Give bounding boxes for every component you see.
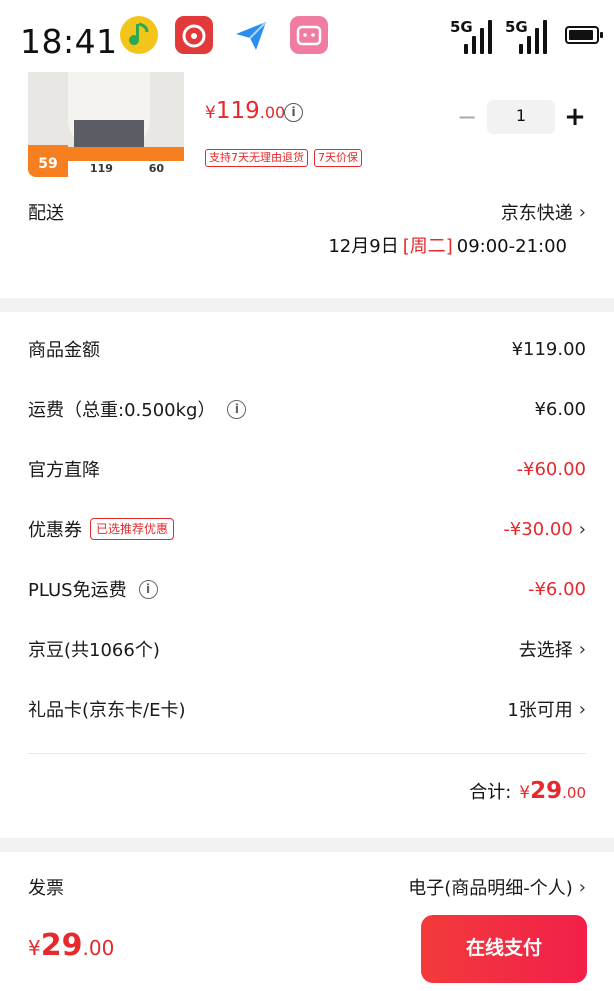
tag-price-protect: 7天价保 <box>314 149 362 167</box>
giftcard-row[interactable]: 礼品卡(京东卡/E卡) 1张可用 › <box>28 694 586 724</box>
section-separator <box>0 838 614 852</box>
price-info-icon[interactable]: i <box>284 103 303 122</box>
section-separator <box>0 298 614 312</box>
shipping-row: 运费（总重:0.500kg） i ¥6.00 <box>28 394 586 424</box>
plus-shipping-row: PLUS免运费 i -¥6.00 <box>28 574 586 604</box>
battery-icon <box>565 26 603 44</box>
qq-music-icon <box>120 16 158 54</box>
clock: 18:41 <box>20 22 118 61</box>
chevron-right-icon: › <box>578 638 586 660</box>
coupon-label: 优惠券 <box>28 520 82 541</box>
chevron-right-icon: › <box>578 876 586 898</box>
product-price: ¥119.00 <box>205 98 286 124</box>
direct-discount-value: -¥60.00 <box>516 458 586 480</box>
chevron-right-icon: › <box>578 518 586 540</box>
product-card: 59 119 60 ¥119.00 i 支持7天无理由退货 7天价保 − 1 + <box>0 60 614 184</box>
bilibili-icon <box>290 16 328 54</box>
product-thumbnail[interactable]: 59 119 60 <box>28 60 184 177</box>
plus-label: PLUS免运费 <box>28 580 127 601</box>
shipping-label: 运费（总重:0.500kg） <box>28 400 216 421</box>
jingdou-value: 去选择 <box>518 640 573 661</box>
shipping-value: ¥6.00 <box>534 398 586 420</box>
chevron-right-icon: › <box>578 201 586 223</box>
product-tags: 支持7天无理由退货 7天价保 <box>205 149 362 167</box>
product-image-jeans <box>74 120 144 150</box>
delivery-time[interactable]: 12月9日 [周二] 09:00-21:00 <box>328 232 567 258</box>
delivery-carrier: 京东快递 <box>500 203 573 224</box>
goods-amount-row: 商品金额 ¥119.00 <box>28 334 586 364</box>
coupon-tag: 已选推荐优惠 <box>90 518 175 540</box>
coupon-value: -¥30.00 <box>503 518 573 540</box>
giftcard-label: 礼品卡(京东卡/E卡) <box>28 700 186 721</box>
direct-discount-label: 官方直降 <box>28 460 100 481</box>
signal-label: 5G <box>450 18 473 36</box>
decrease-button[interactable]: − <box>455 103 479 131</box>
chevron-right-icon: › <box>578 698 586 720</box>
signal-5g-icon: 5G <box>505 18 549 54</box>
coupon-row[interactable]: 优惠券 已选推荐优惠 -¥30.00 › <box>28 514 586 544</box>
direct-discount-row: 官方直降 -¥60.00 <box>28 454 586 484</box>
goods-amount-label: 商品金额 <box>28 340 100 361</box>
delivery-window: 09:00-21:00 <box>456 236 567 257</box>
delivery-weekday: [周二] <box>402 236 453 257</box>
thumbnail-badge: 59 <box>28 145 68 177</box>
signal-label: 5G <box>505 18 528 36</box>
signal-5g-icon: 5G <box>450 18 494 54</box>
goods-amount-value: ¥119.00 <box>511 338 586 360</box>
paper-plane-icon <box>232 16 270 54</box>
thumbnail-price-b: 60 <box>148 162 165 175</box>
quantity-value[interactable]: 1 <box>487 100 555 134</box>
thumbnail-price-a: 119 <box>89 162 113 175</box>
increase-button[interactable]: + <box>563 102 587 132</box>
divider <box>28 753 586 754</box>
thumbnail-prices: 119 60 <box>72 162 182 175</box>
delivery-label: 配送 <box>28 203 64 224</box>
tag-return: 支持7天无理由退货 <box>205 149 308 167</box>
invoice-label: 发票 <box>28 878 64 899</box>
total-label: 合计: <box>469 782 512 803</box>
plus-info-icon[interactable]: i <box>138 579 158 599</box>
quantity-stepper: − 1 + <box>455 100 587 134</box>
jingdou-label: 京豆(共1066个) <box>28 640 160 661</box>
jingdou-row[interactable]: 京豆(共1066个) 去选择 › <box>28 634 586 664</box>
plus-value: -¥6.00 <box>527 578 586 600</box>
order-total: 合计: ¥29.00 <box>469 778 586 804</box>
invoice-row[interactable]: 发票 电子(商品明细-个人) › <box>28 872 586 902</box>
status-bar: 18:41 5G 5G <box>0 0 614 72</box>
invoice-value: 电子(商品明细-个人) <box>408 878 573 899</box>
pay-amount: ¥29.00 <box>28 928 115 963</box>
delivery-date: 12月9日 <box>328 236 399 257</box>
delivery-row[interactable]: 配送 京东快递 › <box>28 197 586 227</box>
netease-music-icon <box>175 16 213 54</box>
shipping-info-icon[interactable]: i <box>227 399 247 419</box>
giftcard-value: 1张可用 <box>507 700 573 721</box>
total-amount: ¥29.00 <box>519 778 586 804</box>
pay-online-button[interactable]: 在线支付 <box>421 915 587 983</box>
